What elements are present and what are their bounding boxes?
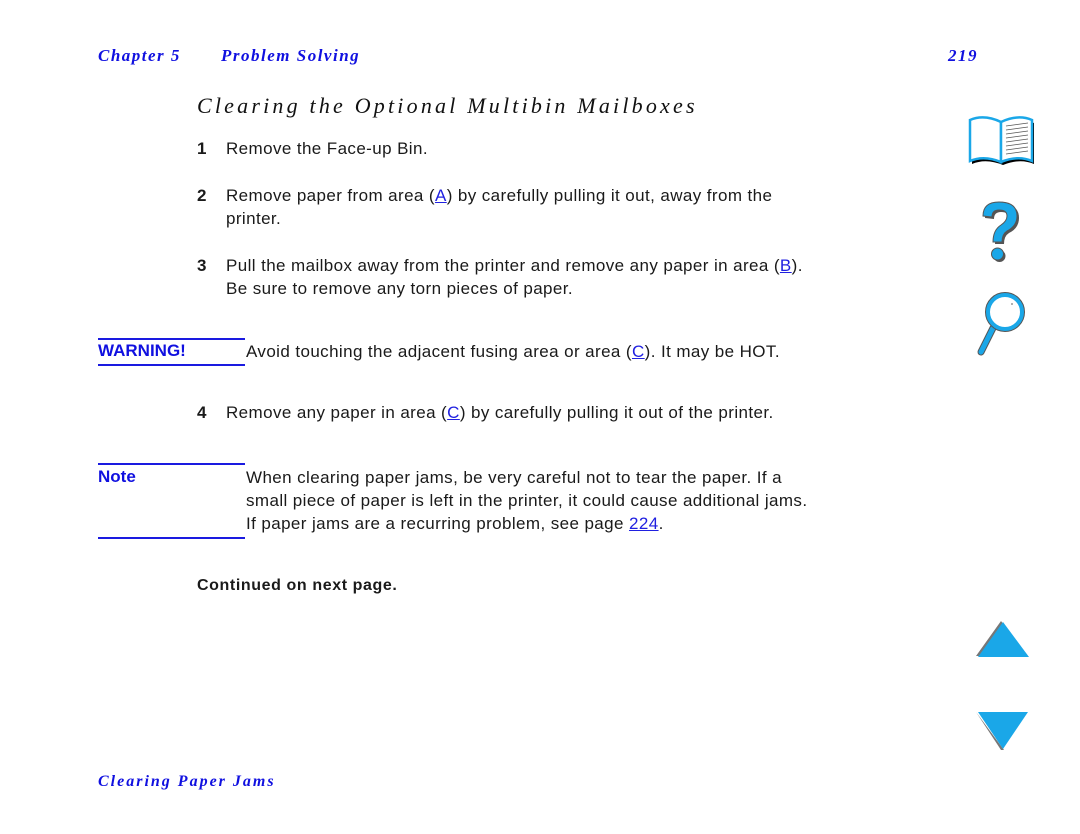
step-text: Pull the mailbox away from the printer a… (226, 255, 803, 277)
text: ). (791, 256, 803, 275)
note-rule-top (98, 463, 245, 465)
note-line-1: When clearing paper jams, be very carefu… (246, 468, 782, 487)
page-number: 219 (948, 46, 978, 65)
text: Remove paper from area ( (226, 186, 435, 205)
section-label: Problem Solving (221, 46, 361, 65)
book-icon[interactable] (966, 112, 1038, 168)
warning-text: Avoid touching the adjacent fusing area … (246, 340, 780, 363)
area-c-link[interactable]: C (447, 403, 460, 422)
step-text: Remove any paper in area (C) by carefull… (226, 402, 774, 424)
previous-page-icon[interactable] (974, 620, 1030, 660)
text: If paper jams are a recurring problem, s… (246, 514, 629, 533)
text: . (658, 514, 664, 533)
text: Remove any paper in area ( (226, 403, 448, 422)
step-text-continued: Be sure to remove any torn pieces of pap… (226, 279, 573, 298)
step-text: Remove paper from area (A) by carefully … (226, 185, 772, 207)
area-b-link[interactable]: B (780, 256, 792, 275)
footer-section-title: Clearing Paper Jams (98, 773, 276, 790)
text: Pull the mailbox away from the printer a… (226, 256, 780, 275)
step-number: 2 (197, 186, 207, 205)
text: ) by carefully pulling it out of the pri… (459, 403, 774, 422)
note-rule-bottom (98, 537, 245, 539)
area-c-link[interactable]: C (632, 342, 645, 361)
text: Avoid touching the adjacent fusing area … (246, 342, 632, 361)
warning-rule-top (98, 338, 245, 340)
search-icon[interactable] (975, 290, 1030, 358)
text: ) by carefully pulling it out, away from… (446, 186, 773, 205)
step-number: 4 (197, 403, 207, 422)
area-a-link[interactable]: A (435, 186, 447, 205)
next-page-icon[interactable] (974, 710, 1030, 752)
step-text: Remove the Face-up Bin. (226, 139, 428, 158)
note-label: Note (98, 467, 136, 486)
warning-rule-bottom (98, 364, 245, 366)
page-224-link[interactable]: 224 (629, 514, 659, 533)
continued-label: Continued on next page. (197, 577, 398, 594)
note-line-2: small piece of paper is left in the prin… (246, 491, 808, 510)
step-number: 3 (197, 256, 207, 275)
page-title: Clearing the Optional Multibin Mailboxes (197, 93, 698, 118)
note-line-3: If paper jams are a recurring problem, s… (246, 512, 664, 535)
chapter-label: Chapter 5 (98, 46, 181, 65)
warning-label: WARNING! (98, 341, 186, 360)
help-icon[interactable] (975, 198, 1025, 266)
step-number: 1 (197, 139, 207, 158)
step-text-continued: printer. (226, 209, 282, 228)
text: ). It may be HOT. (644, 342, 780, 361)
